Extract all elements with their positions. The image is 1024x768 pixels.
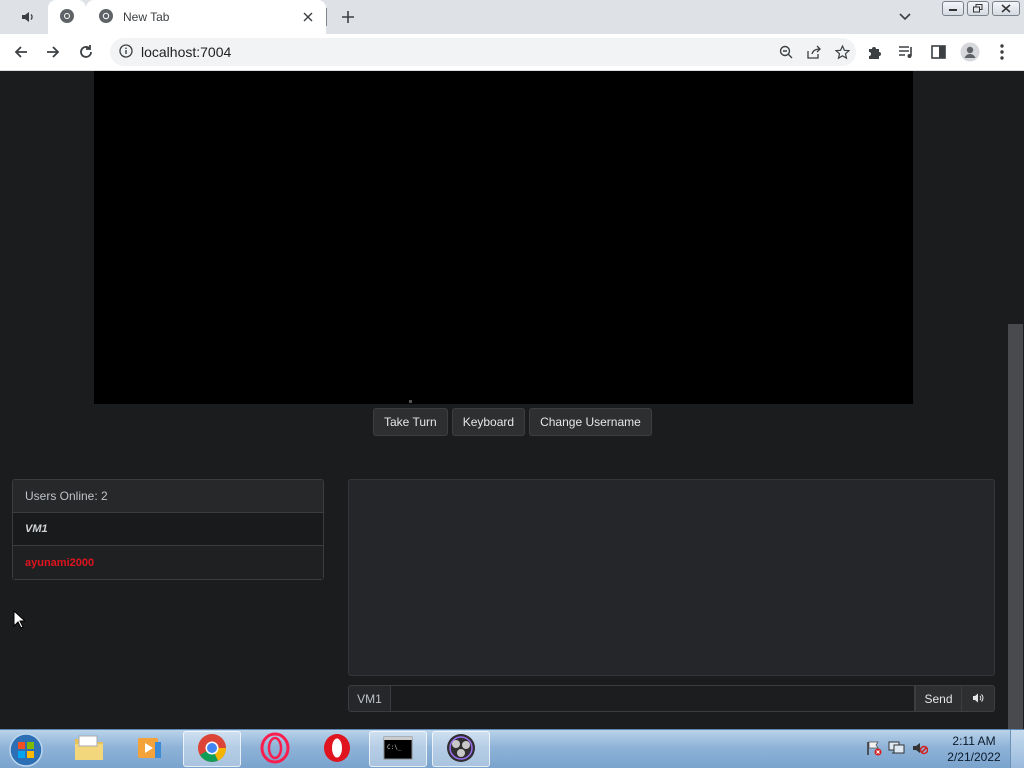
user-list-item-vm[interactable]: VM1 (13, 513, 323, 546)
scrollbar-thumb[interactable] (1008, 324, 1023, 729)
user-list-item-current-user[interactable]: ayunami2000 (13, 546, 323, 579)
svg-text:C:\_: C:\_ (387, 744, 402, 751)
taskbar-clock[interactable]: 2:11 AM 2/21/2022 (944, 733, 1004, 765)
keyboard-button[interactable]: Keyboard (451, 408, 526, 436)
chat-log (348, 479, 995, 676)
chrome-tab-icon (98, 8, 114, 27)
globe-icon (59, 8, 75, 27)
side-panel-icon[interactable] (925, 39, 951, 65)
taskbar-command-prompt[interactable]: C:\_ (369, 731, 427, 767)
browser-tabstrip: New Tab (0, 0, 1024, 34)
audio-playing-icon[interactable] (10, 0, 46, 34)
reload-button[interactable] (73, 39, 99, 65)
chrome-icon (197, 733, 227, 766)
taskbar-file-explorer[interactable] (60, 731, 118, 767)
window-controls (942, 1, 1020, 16)
opera-icon (321, 732, 353, 767)
chat-username-prefix: VM1 (348, 685, 391, 712)
chat-message-input[interactable] (391, 685, 915, 712)
minimize-button[interactable] (942, 1, 964, 16)
action-center-flag-icon[interactable] (866, 740, 882, 759)
clock-time: 2:11 AM (952, 734, 996, 748)
browser-menu-icon[interactable] (989, 39, 1015, 65)
media-controls-icon[interactable] (893, 39, 919, 65)
obs-icon (445, 732, 477, 767)
forward-button[interactable] (40, 39, 66, 65)
page-content: Take Turn Keyboard Change Username Users… (0, 71, 1024, 729)
volume-button[interactable] (962, 685, 995, 712)
new-tab-button[interactable] (336, 5, 360, 29)
browser-toolbar: localhost:7004 (0, 34, 1024, 71)
change-username-button[interactable]: Change Username (529, 408, 652, 436)
taskbar-obs-studio[interactable] (432, 731, 490, 767)
vm-display[interactable] (94, 71, 913, 404)
site-info-icon[interactable] (119, 43, 133, 61)
start-button[interactable] (6, 731, 46, 768)
mouse-pointer-icon (13, 609, 27, 632)
share-icon[interactable] (800, 40, 828, 64)
show-desktop-button[interactable] (1010, 730, 1024, 768)
bookmark-star-icon[interactable] (828, 40, 856, 64)
take-turn-button[interactable]: Take Turn (373, 408, 448, 436)
tab-new-tab[interactable]: New Tab (86, 0, 326, 34)
tab-title: New Tab (123, 10, 170, 24)
zoom-icon[interactable] (772, 40, 800, 64)
volume-muted-icon[interactable] (912, 740, 929, 759)
back-button[interactable] (8, 39, 34, 65)
opera-gx-icon (259, 732, 291, 767)
chat-input-bar: VM1 Send (348, 685, 995, 712)
network-icon[interactable] (888, 740, 906, 759)
taskbar-chrome[interactable] (183, 731, 241, 767)
send-button[interactable]: Send (915, 685, 962, 712)
pinned-tab[interactable] (48, 0, 86, 34)
tab-separator (326, 8, 327, 26)
clock-date: 2/21/2022 (947, 750, 1001, 764)
url-text: localhost:7004 (141, 44, 232, 60)
command-prompt-icon: C:\_ (383, 736, 413, 763)
restore-button[interactable] (967, 1, 989, 16)
address-bar[interactable]: localhost:7004 (110, 38, 856, 66)
extensions-puzzle-icon[interactable] (861, 39, 887, 65)
taskbar-media-player[interactable] (120, 731, 178, 767)
taskbar-opera[interactable] (308, 731, 366, 767)
folder-icon (73, 734, 105, 765)
profile-avatar-icon[interactable] (957, 39, 983, 65)
vm-controls: Take Turn Keyboard Change Username (373, 408, 652, 436)
system-tray (862, 730, 942, 768)
page-scrollbar[interactable] (1007, 71, 1024, 729)
close-window-button[interactable] (992, 1, 1020, 16)
users-online-header: Users Online: 2 (13, 480, 323, 513)
media-player-icon (135, 734, 163, 765)
tab-close-icon[interactable] (298, 7, 318, 27)
tab-search-chevron-icon[interactable] (894, 6, 916, 28)
volume-icon (972, 692, 984, 706)
windows-taskbar: C:\_ 2:11 AM 2/21/2022 (0, 729, 1024, 768)
taskbar-opera-gx[interactable] (246, 731, 304, 767)
vm-cursor (409, 400, 412, 403)
user-list: Users Online: 2 VM1 ayunami2000 (12, 479, 324, 580)
